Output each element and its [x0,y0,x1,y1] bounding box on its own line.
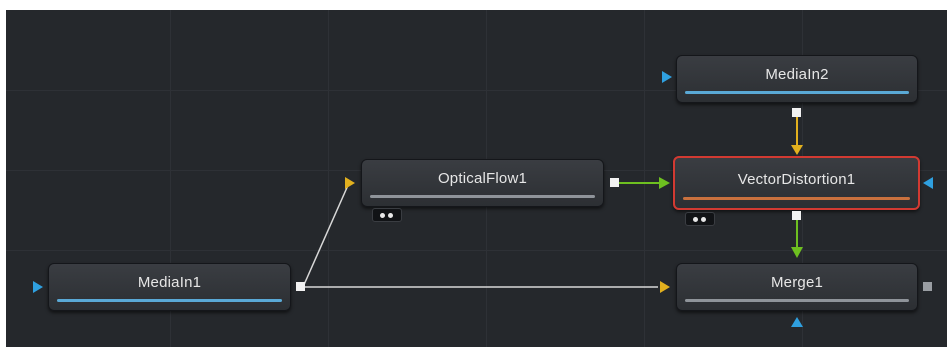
vectordistortion1-mask-input-port[interactable] [923,177,933,189]
media-bar [57,299,282,302]
vectordistortion1-cache-badge[interactable] [685,212,715,226]
node-editor-canvas[interactable]: MediaIn1 MediaIn2 OpticalFlow1 VectorDis… [6,10,947,347]
merge1-mask-input-port[interactable] [791,317,803,327]
dot-icon [693,217,698,222]
dot-icon [380,213,385,218]
node-title: Merge1 [770,274,824,291]
merge1-output-port[interactable] [923,282,932,291]
arrow-mediain2-vectordistortion1 [791,145,803,155]
node-title: VectorDistortion1 [737,171,856,188]
node-bar [370,195,595,198]
dot-icon [701,217,706,222]
vectordistortion1-output-port[interactable] [792,211,801,220]
mediain2-output-port[interactable] [792,108,801,117]
dot-icon [388,213,393,218]
node-mediain2[interactable]: MediaIn2 [676,55,918,103]
opticalflow1-input-port[interactable] [345,177,355,189]
arrow-opticalflow1-vectordistortion1 [659,177,670,189]
opticalflow1-cache-badge[interactable] [372,208,402,222]
wire-mediain1-opticalflow1 [302,182,350,288]
mediain1-output-port[interactable] [296,282,305,291]
node-title: MediaIn2 [765,66,829,83]
mediain2-mask-input-port[interactable] [662,71,672,83]
node-vectordistortion1[interactable]: VectorDistortion1 [673,156,920,210]
mediain1-mask-input-port[interactable] [33,281,43,293]
node-opticalflow1[interactable]: OpticalFlow1 [361,159,604,207]
node-mediain1[interactable]: MediaIn1 [48,263,291,311]
node-bar [685,299,909,302]
arrow-vectordistortion1-merge1 [791,247,803,258]
node-title: MediaIn1 [137,274,202,291]
node-title: OpticalFlow1 [437,170,528,187]
merge1-background-input-port[interactable] [660,281,670,293]
node-bar [683,197,910,200]
node-merge1[interactable]: Merge1 [676,263,918,311]
media-bar [685,91,909,94]
opticalflow1-output-port[interactable] [610,178,619,187]
